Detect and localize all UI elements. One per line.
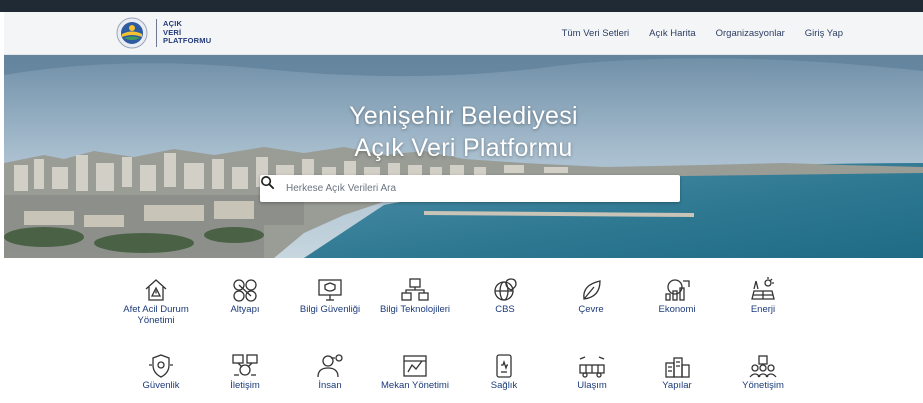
category-label: Ekonomi (658, 304, 696, 315)
category-label: Ulaşım (577, 380, 607, 391)
search-bar (260, 175, 680, 202)
transport-icon (579, 356, 605, 378)
economy-chart-icon (665, 279, 690, 301)
house-alert-icon (145, 279, 167, 301)
category-ulasim[interactable]: Ulaşım (555, 353, 629, 392)
network-pipes-icon (233, 279, 257, 302)
search-input[interactable] (260, 175, 666, 202)
category-bilgi-teknolojileri[interactable]: Bilgi Teknolojileri (378, 277, 452, 316)
municipality-seal-icon (116, 17, 148, 49)
menu-login[interactable]: Giriş Yap (805, 28, 843, 39)
person-icon (317, 354, 343, 378)
health-device-icon (496, 354, 512, 378)
category-label: Enerji (750, 304, 776, 315)
category-label: Mekan Yönetimi (381, 380, 449, 391)
category-label: İletişim (230, 380, 260, 391)
category-enerji[interactable]: Enerji (726, 277, 800, 316)
category-label: Altyapı (230, 304, 260, 315)
category-label: Afet Acil Durum Yönetimi (123, 304, 189, 326)
menu-open-map[interactable]: Açık Harita (649, 28, 695, 39)
category-yapilar[interactable]: Yapılar (640, 353, 714, 392)
category-label: Sağlık (490, 380, 518, 391)
top-strip (0, 0, 923, 12)
menu-all-datasets[interactable]: Tüm Veri Setleri (562, 28, 630, 39)
solar-energy-icon (751, 277, 775, 300)
category-label: Bilgi Güvenliği (299, 304, 361, 315)
tech-network-icon (401, 278, 429, 301)
main-menu: Tüm Veri Setleri Açık Harita Organizasyo… (562, 12, 843, 54)
space-management-icon (403, 355, 427, 377)
category-yonetisim[interactable]: Yönetişim (726, 353, 800, 392)
category-afet[interactable]: Afet Acil Durum Yönetimi (119, 277, 193, 326)
category-label: İnsan (318, 380, 342, 391)
category-iletisim[interactable]: İletişim (208, 353, 282, 392)
communication-icon (232, 354, 258, 376)
category-label: Çevre (578, 304, 604, 315)
monitor-shield-icon (318, 279, 342, 301)
globe-map-icon (494, 278, 517, 301)
governance-icon (749, 355, 777, 378)
category-mekan-yonetimi[interactable]: Mekan Yönetimi (378, 353, 452, 392)
hero-banner: Yenişehir Belediyesi Açık Veri Platformu (4, 55, 923, 258)
category-saglik[interactable]: Sağlık (467, 353, 541, 392)
search-icon[interactable] (260, 175, 275, 190)
navbar: AÇIK VERİ PLATFORMU Tüm Veri Setleri Açı… (4, 12, 923, 55)
category-label: Güvenlik (142, 380, 180, 391)
logo-line-3: PLATFORMU (163, 36, 212, 46)
category-insan[interactable]: İnsan (293, 353, 367, 392)
category-guvenlik[interactable]: Güvenlik (124, 353, 198, 392)
category-bilgi-guvenligi[interactable]: Bilgi Güvenliği (293, 277, 367, 316)
category-ekonomi[interactable]: Ekonomi (640, 277, 714, 316)
buildings-icon (665, 357, 690, 378)
category-altyapi[interactable]: Altyapı (208, 277, 282, 316)
category-label: Bilgi Teknolojileri (379, 304, 451, 315)
category-label: Yönetişim (742, 380, 784, 391)
hero-title-line-2: Açık Veri Platformu (354, 134, 573, 162)
logo[interactable]: AÇIK VERİ PLATFORMU (116, 17, 211, 49)
hero-title-line-1: Yenişehir Belediyesi (349, 102, 578, 130)
category-cevre[interactable]: Çevre (554, 277, 628, 316)
menu-organizations[interactable]: Organizasyonlar (716, 28, 785, 39)
logo-text: AÇIK VERİ PLATFORMU (156, 19, 211, 47)
security-shield-icon (149, 354, 173, 378)
category-cbs[interactable]: CBS (468, 277, 542, 316)
category-label: Yapılar (662, 380, 692, 391)
category-label: CBS (495, 304, 515, 315)
leaf-icon (583, 280, 601, 300)
